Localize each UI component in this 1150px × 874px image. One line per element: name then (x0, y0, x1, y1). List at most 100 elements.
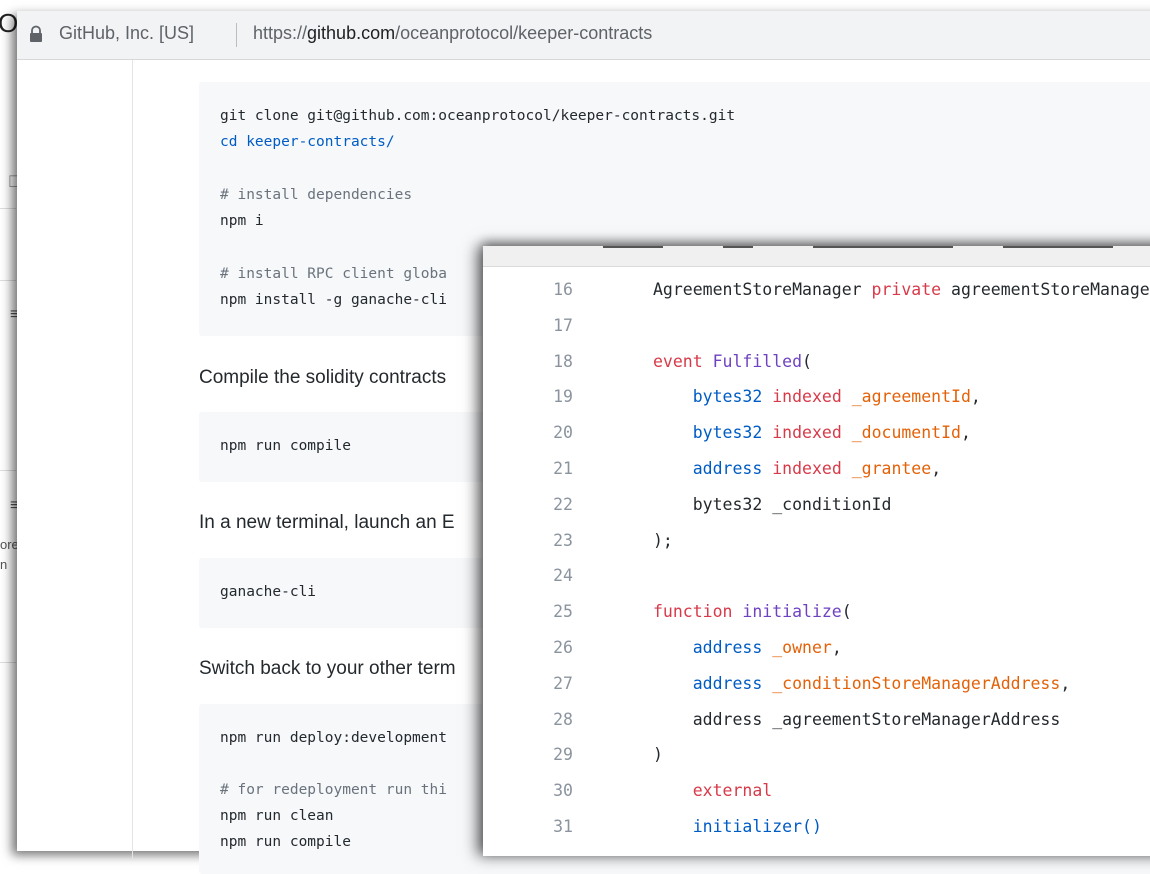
code-token: external (653, 781, 773, 801)
code-token: agreementStoreManager; (941, 280, 1150, 299)
code-comment: # install dependencies (220, 187, 413, 203)
code-token: indexed (772, 459, 852, 478)
address-separator (236, 23, 237, 47)
line-number[interactable]: 25 (523, 602, 573, 621)
code-token: ( (841, 602, 852, 622)
code-token: _documentId (851, 423, 961, 443)
code-line: bytes32 _conditionId (653, 494, 892, 514)
code-token: _grantee (851, 459, 932, 478)
code-viewer-window: 16 AgreementStoreManager private agreemen… (483, 246, 1150, 856)
sidebar-border (132, 60, 133, 860)
background-divider (0, 662, 16, 663)
code-token: address (653, 459, 773, 478)
lock-icon[interactable] (28, 25, 44, 43)
url-scheme: https:// (253, 23, 308, 43)
code-line: bytes32 indexed _agreementId, (653, 387, 981, 406)
code-line: function initialize( (653, 602, 852, 621)
code-token: private (871, 280, 942, 299)
code-line: address _conditionStoreManagerAddress, (653, 673, 1071, 693)
code-line: git clone git@github.com:oceanprotocol/k… (220, 108, 736, 124)
line-number[interactable]: 30 (523, 781, 573, 800)
line-number[interactable]: 28 (523, 710, 573, 729)
code-viewer-header (483, 246, 1150, 267)
code-line: npm run deploy:development (220, 730, 447, 746)
code-token: address (653, 638, 773, 657)
background-text-fragment: n (0, 557, 8, 572)
code-token: , (960, 423, 971, 443)
code-token: address _agreementStoreManagerAddress (653, 709, 1061, 729)
code-token: initializer() (653, 817, 822, 836)
code-line: address _owner, (653, 638, 842, 657)
code-line: address indexed _grantee, (653, 459, 941, 478)
code-token: , (970, 387, 981, 407)
code-token: Fulfilled (712, 351, 803, 371)
code-line: npm i (220, 213, 264, 229)
url-path: /oceanprotocol/keeper-contracts (395, 23, 653, 43)
code-line: ) (653, 745, 663, 764)
code-line: cd keeper-contracts/ (220, 134, 395, 150)
code-token: function (653, 602, 743, 622)
line-number[interactable]: 23 (523, 531, 573, 550)
code-token: , (931, 459, 942, 478)
code-token: ) (653, 745, 663, 765)
url-text[interactable]: https://github.com/oceanprotocol/keeper-… (253, 23, 652, 44)
header-fragment (813, 246, 953, 248)
code-line: ); (653, 531, 673, 550)
line-number[interactable]: 26 (523, 638, 573, 657)
code-token: bytes32 (653, 423, 773, 443)
code-token: address (653, 673, 773, 693)
code-token: indexed (772, 423, 852, 443)
header-fragment (1003, 246, 1113, 248)
code-token: ); (653, 530, 673, 550)
code-token: indexed (772, 387, 852, 407)
background-divider (0, 208, 16, 209)
code-token: , (1060, 673, 1071, 693)
line-number[interactable]: 16 (523, 280, 573, 299)
code-line: ganache-cli (220, 584, 317, 600)
site-identity[interactable]: GitHub, Inc. [US] (59, 23, 194, 44)
line-number[interactable]: 24 (523, 566, 573, 585)
code-token: bytes32 _conditionId (653, 494, 892, 514)
code-line: npm run clean (220, 808, 334, 824)
line-number[interactable]: 17 (523, 316, 573, 335)
code-comment: # install RPC client globa (220, 266, 447, 282)
line-number[interactable]: 19 (523, 387, 573, 406)
address-bar[interactable]: GitHub, Inc. [US] https://github.com/oce… (17, 11, 1150, 60)
code-token: event (653, 351, 713, 371)
paragraph-new-terminal: In a new terminal, launch an E (199, 512, 455, 533)
paragraph-switch-back: Switch back to your other term (199, 658, 456, 679)
code-line: npm run compile (220, 438, 351, 454)
line-number[interactable]: 31 (523, 817, 573, 836)
code-comment: # for redeployment run thi (220, 782, 447, 798)
code-token: _agreementId (851, 387, 971, 407)
line-number[interactable]: 21 (523, 459, 573, 478)
line-number[interactable]: 29 (523, 745, 573, 764)
background-divider (0, 280, 16, 281)
code-line: initializer() (653, 817, 822, 836)
code-line: address _agreementStoreManagerAddress (653, 709, 1061, 729)
code-line: npm install -g ganache-cli (220, 292, 447, 308)
code-token: , (831, 638, 842, 657)
code-line: external (653, 781, 772, 800)
line-number[interactable]: 27 (523, 674, 573, 693)
paragraph-compile: Compile the solidity contracts (199, 367, 447, 388)
code-line: npm run compile (220, 834, 351, 850)
code-line: AgreementStoreManager private agreementS… (653, 280, 1150, 299)
code-token: ( (802, 351, 812, 371)
code-token: AgreementStoreManager (653, 280, 872, 299)
code-token: initialize (742, 602, 842, 622)
header-fragment (603, 246, 663, 248)
background-text-fragment: ore (0, 537, 19, 552)
code-line: bytes32 indexed _documentId, (653, 423, 971, 442)
background-divider (0, 470, 16, 471)
code-token: _owner (772, 638, 832, 657)
code-line: event Fulfilled( (653, 352, 812, 371)
line-number[interactable]: 20 (523, 423, 573, 442)
code-token: _conditionStoreManagerAddress (772, 673, 1061, 693)
url-host: github.com (307, 23, 396, 43)
line-number[interactable]: 22 (523, 495, 573, 514)
code-token: bytes32 (653, 387, 773, 407)
header-fragment (723, 246, 753, 248)
background-title-fragment: O (0, 8, 19, 38)
line-number[interactable]: 18 (523, 352, 573, 371)
